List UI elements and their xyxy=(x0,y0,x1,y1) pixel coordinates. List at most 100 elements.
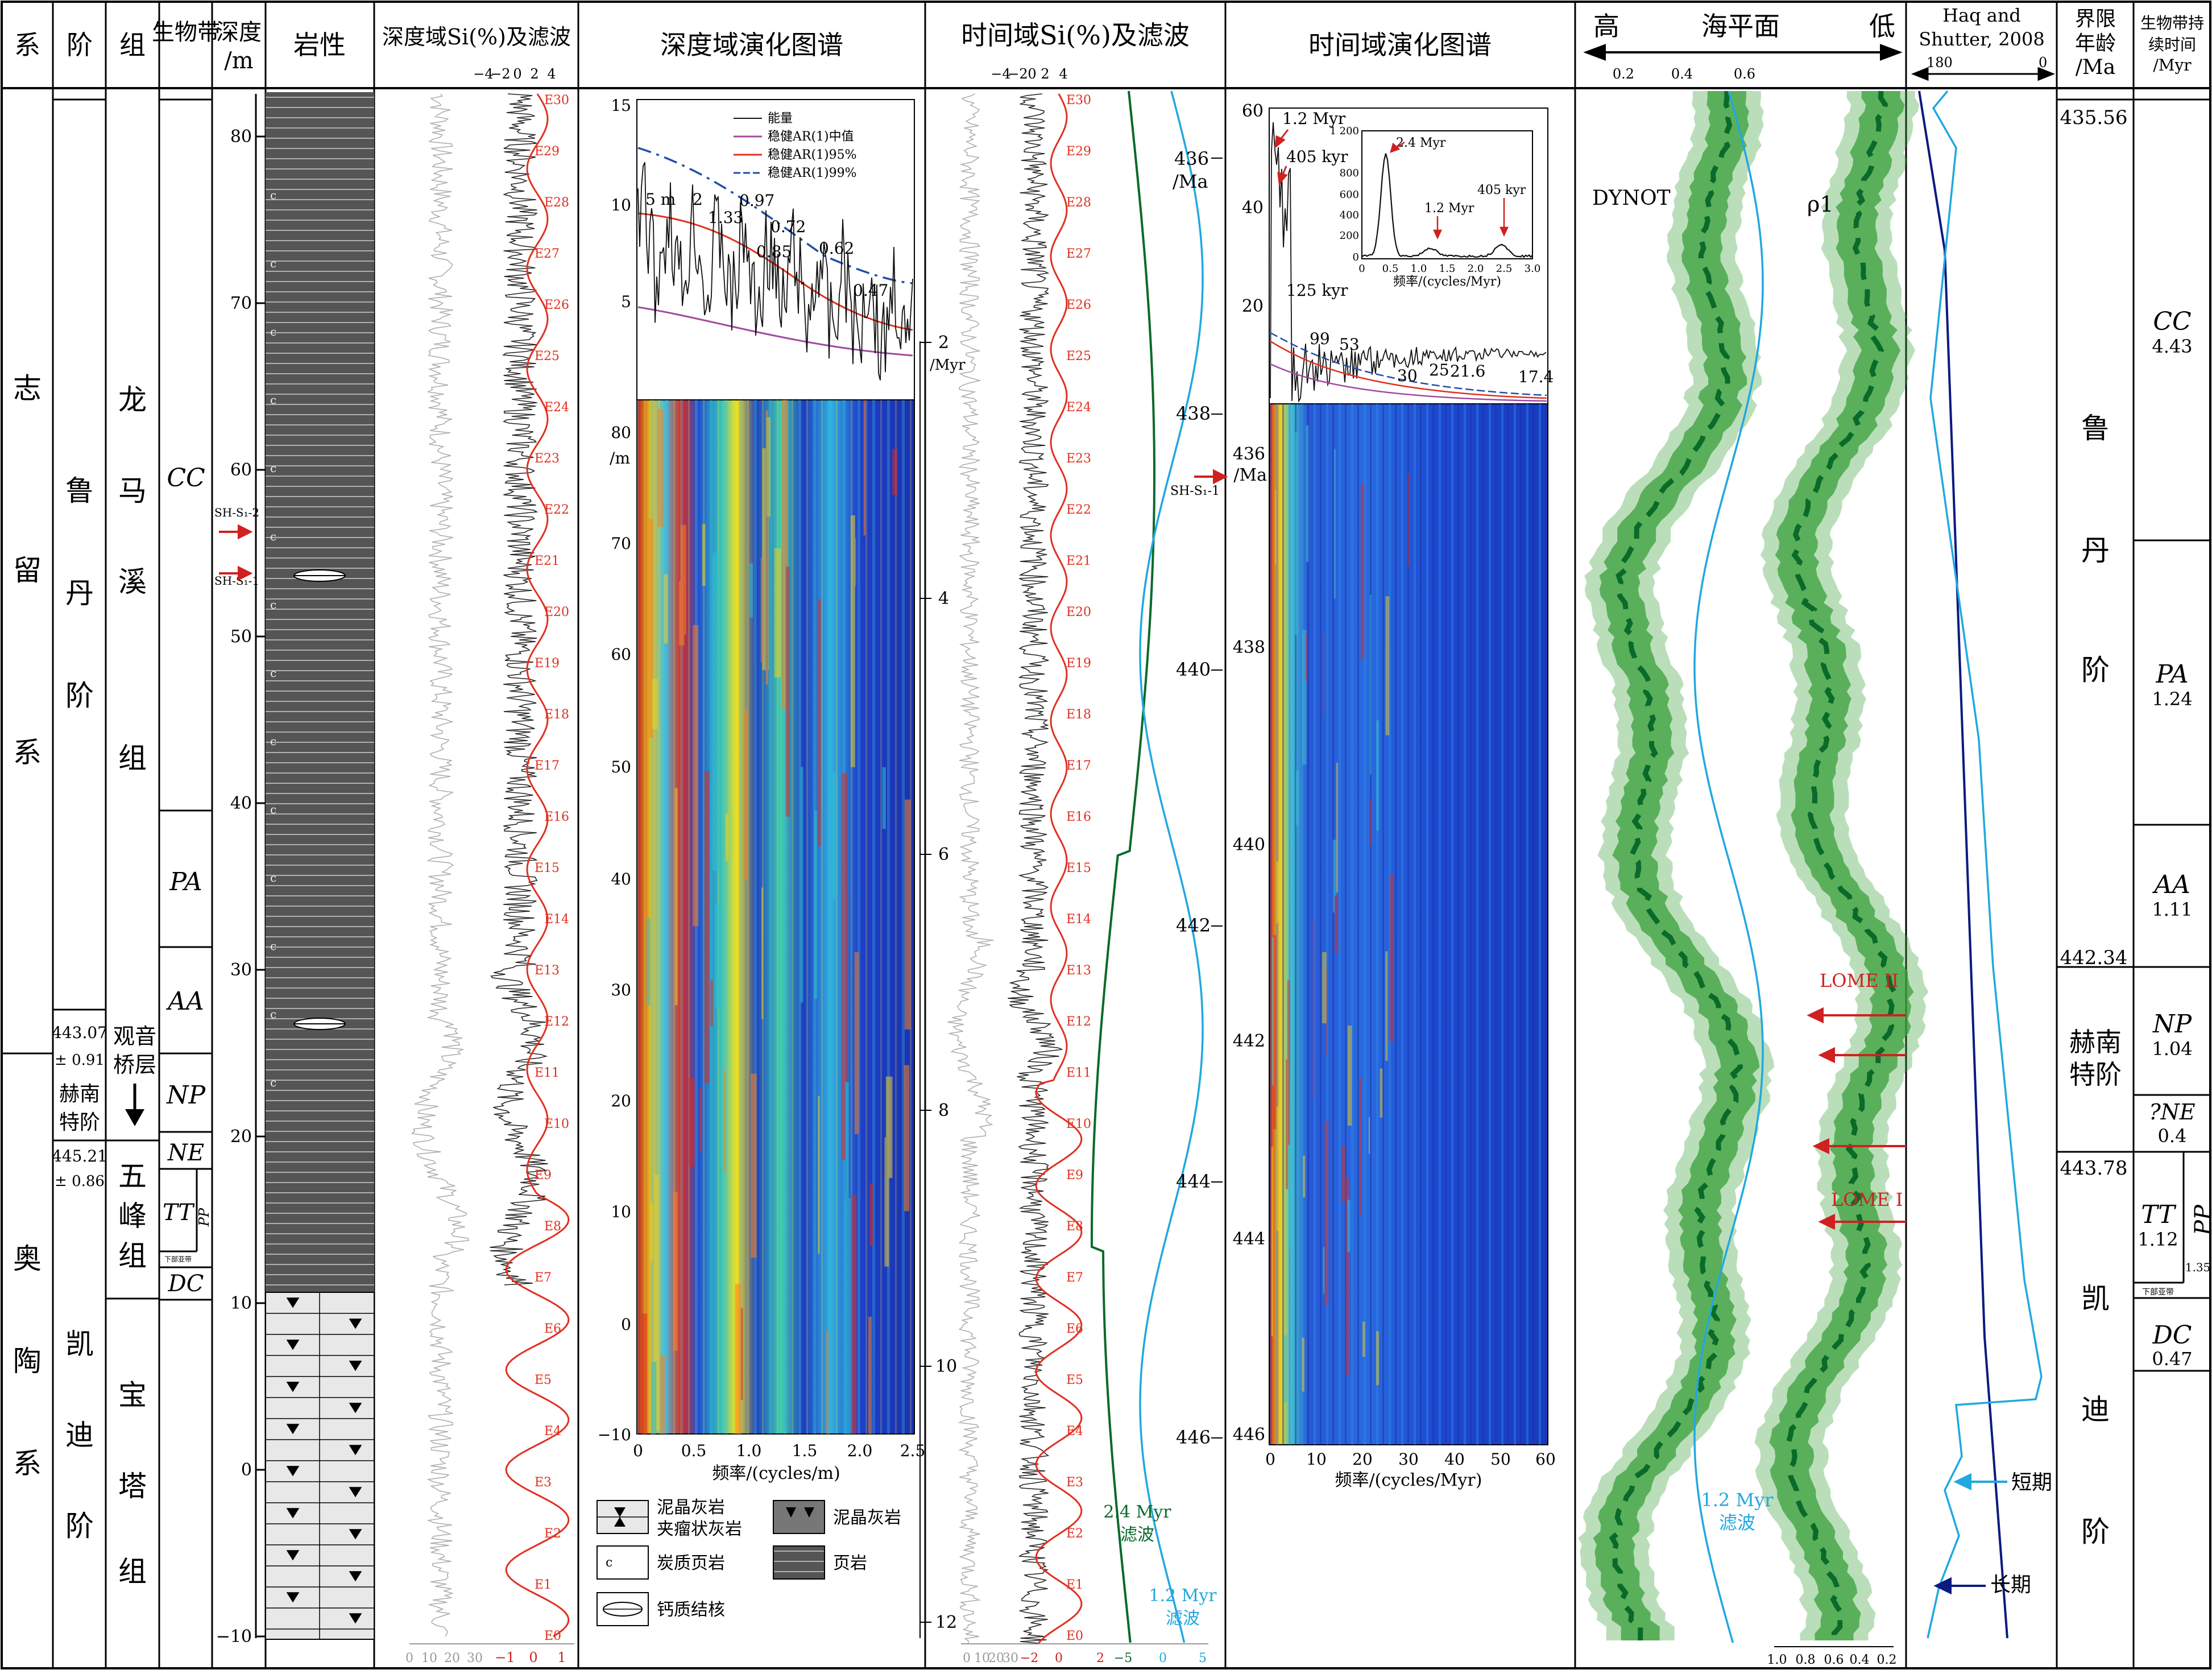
svg-text:E0: E0 xyxy=(544,1629,561,1643)
header-si-depth: 深度域Si(%)及滤波 xyxy=(382,24,571,49)
age-left-2: 445.21 xyxy=(52,1147,107,1165)
svg-text:1.5: 1.5 xyxy=(1439,263,1456,275)
svg-text:−2: −2 xyxy=(490,66,510,82)
haq-long-label: 长期 xyxy=(1990,1573,2031,1597)
svg-text:c: c xyxy=(270,530,276,543)
svg-text:/m: /m xyxy=(610,449,630,468)
svg-text:稳健AR(1)中值: 稳健AR(1)中值 xyxy=(768,130,854,144)
svg-text:1.0: 1.0 xyxy=(1767,1653,1787,1667)
sample-s2: SH-S₁-2 xyxy=(214,506,259,519)
svg-text:0.5: 0.5 xyxy=(1382,263,1399,275)
system-silurian-2: 留 xyxy=(13,554,42,587)
svg-text:60: 60 xyxy=(1242,101,1264,121)
haq-short-label: 短期 xyxy=(2011,1471,2052,1494)
svg-text:E18: E18 xyxy=(544,708,569,722)
svg-text:10: 10 xyxy=(974,1651,990,1665)
sea-level-top-ticks: 0.2 0.4 0.6 xyxy=(1613,66,1755,82)
svg-text:E3: E3 xyxy=(1066,1475,1083,1490)
svg-text:0: 0 xyxy=(405,1651,413,1665)
dur-pp: PP xyxy=(2190,1204,2212,1236)
svg-text:E30: E30 xyxy=(544,93,569,108)
svg-text:0: 0 xyxy=(633,1441,643,1460)
svg-text:400: 400 xyxy=(1340,209,1359,221)
svg-text:444: 444 xyxy=(1233,1229,1265,1249)
svg-text:/Ma: /Ma xyxy=(1173,171,1208,192)
haq-tick-0: 0 xyxy=(2039,55,2047,71)
svg-text:E29: E29 xyxy=(535,144,560,159)
stage-hirnantian-2: 特阶 xyxy=(59,1111,100,1134)
biozone-aa: AA xyxy=(165,987,204,1016)
svg-text:泥晶灰岩: 泥晶灰岩 xyxy=(657,1498,725,1518)
svg-text:c: c xyxy=(270,257,276,270)
dur-pa-value: 1.24 xyxy=(2152,688,2192,710)
svg-text:30: 30 xyxy=(1397,366,1418,385)
svg-text:5: 5 xyxy=(1199,1651,1207,1665)
svg-text:2.5: 2.5 xyxy=(1496,263,1513,275)
haq-tick-180: 180 xyxy=(1927,55,1953,71)
svg-text:1.33: 1.33 xyxy=(708,208,743,227)
svg-text:E28: E28 xyxy=(544,196,569,210)
svg-text:E12: E12 xyxy=(544,1015,569,1029)
svg-text:E23: E23 xyxy=(535,452,560,466)
dur-pp-value: 1.35 xyxy=(2185,1260,2211,1274)
formation-guanyinqiao-1: 观音 xyxy=(113,1024,156,1049)
svg-text:20: 20 xyxy=(988,1651,1004,1665)
svg-text:E5: E5 xyxy=(535,1373,552,1387)
svg-text:E26: E26 xyxy=(544,298,569,312)
svg-text:E14: E14 xyxy=(1066,912,1091,927)
stage-right-k2: 迪 xyxy=(2081,1393,2110,1426)
svg-text:0.6: 0.6 xyxy=(1824,1653,1844,1667)
header-dur-1: 生物带持 xyxy=(2140,14,2204,32)
svg-text:1.0: 1.0 xyxy=(1411,263,1427,275)
svg-text:E21: E21 xyxy=(535,554,560,568)
svg-text:炭质页岩: 炭质页岩 xyxy=(657,1553,725,1573)
svg-text:0: 0 xyxy=(1159,1651,1167,1665)
svg-text:E20: E20 xyxy=(544,605,569,619)
svg-text:2: 2 xyxy=(693,190,703,209)
svg-text:能量: 能量 xyxy=(768,111,793,126)
system-silurian-3: 系 xyxy=(13,736,42,769)
age-right-3: 443.78 xyxy=(2060,1157,2128,1180)
svg-text:5: 5 xyxy=(621,292,631,311)
svg-text:440: 440 xyxy=(1176,659,1211,680)
svg-text:−2: −2 xyxy=(1008,66,1028,82)
stage-right-h2: 特阶 xyxy=(2069,1059,2122,1090)
svg-text:E10: E10 xyxy=(1066,1117,1091,1131)
sea-filter-label: 1.2 Myr xyxy=(1701,1489,1774,1511)
svg-text:800: 800 xyxy=(1340,167,1359,179)
header-age-3: /Ma xyxy=(2076,56,2115,79)
header-low: 低 xyxy=(1869,11,1895,42)
svg-text:0: 0 xyxy=(529,1650,537,1665)
svg-text:E6: E6 xyxy=(544,1322,561,1336)
svg-text:c: c xyxy=(270,188,276,202)
svg-text:c: c xyxy=(270,939,276,953)
svg-text:E8: E8 xyxy=(1066,1220,1083,1234)
svg-text:c: c xyxy=(270,871,276,884)
header-lithology: 岩性 xyxy=(293,30,346,60)
filter-1-2-label: 1.2 Myr xyxy=(1149,1586,1217,1606)
header-age-2: 年龄 xyxy=(2075,32,2116,55)
svg-text:E18: E18 xyxy=(1066,708,1091,722)
sea-filter-label-b: 滤波 xyxy=(1719,1512,1755,1533)
lome-2-label: LOME II xyxy=(1820,970,1899,991)
svg-text:2.0: 2.0 xyxy=(847,1441,873,1460)
svg-text:1.2 Myr: 1.2 Myr xyxy=(1424,201,1474,216)
svg-text:c: c xyxy=(606,1556,612,1570)
svg-text:10: 10 xyxy=(935,1357,957,1376)
svg-text:20: 20 xyxy=(444,1651,460,1665)
svg-text:页岩: 页岩 xyxy=(833,1553,867,1573)
svg-text:稳健AR(1)99%: 稳健AR(1)99% xyxy=(768,166,857,180)
svg-text:E23: E23 xyxy=(1066,452,1091,466)
stage-rhuddanian-1: 鲁 xyxy=(65,474,94,507)
formation-longmaxi-3: 溪 xyxy=(118,565,147,598)
svg-text:E22: E22 xyxy=(544,503,569,517)
svg-text:0.4: 0.4 xyxy=(1850,1653,1870,1667)
svg-text:E16: E16 xyxy=(1066,810,1091,824)
svg-text:4: 4 xyxy=(547,66,556,82)
svg-text:E27: E27 xyxy=(1066,247,1091,261)
dur-np: NP xyxy=(2152,1010,2193,1039)
svg-text:E11: E11 xyxy=(535,1066,560,1080)
svg-text:0.8: 0.8 xyxy=(1796,1653,1816,1667)
svg-text:c: c xyxy=(270,461,276,475)
svg-text:E22: E22 xyxy=(1066,503,1091,517)
